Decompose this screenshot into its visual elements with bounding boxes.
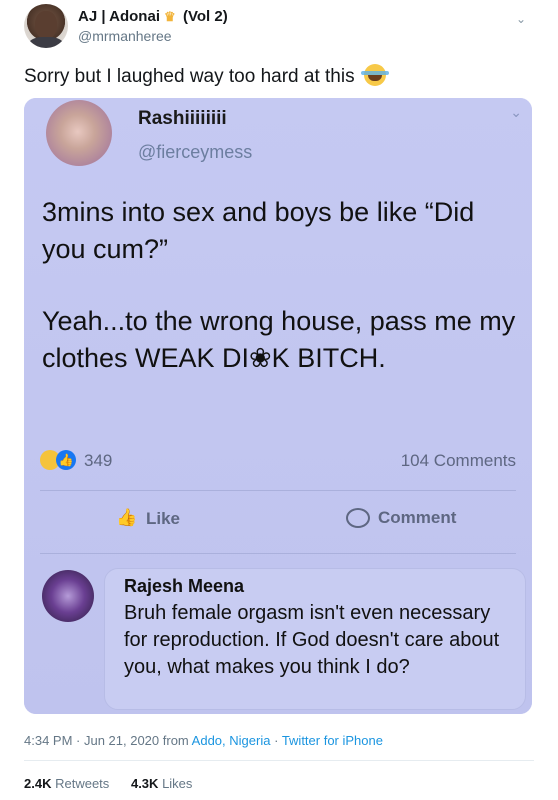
reaction-row: 👍 349 104 Comments [40,448,516,474]
author-display-name[interactable]: AJ | Adonai ♛ (Vol 2) [78,8,228,25]
author-name-text: AJ | Adonai [78,8,160,25]
speech-bubble-icon [346,508,370,528]
tweet-body: Sorry but I laughed way too hard at this [24,66,355,87]
likes-label: Likes [162,776,193,791]
tweet-stats: 2.4K Retweets 4.3K Likes [24,776,192,791]
author-name-suffix: (Vol 2) [182,8,228,25]
reaction-count: 349 [84,451,113,470]
comment-author: Rajesh Meena [124,576,245,596]
retweets-count: 2.4K [24,776,52,791]
meta-separator: · [274,733,279,748]
screenshot-avatar [46,100,112,166]
post-paragraph-1: 3mins into sex and boys be like “Did you… [42,197,475,264]
retweets-label: Retweets [55,776,110,791]
location-link[interactable]: Addo, Nigeria [192,733,271,748]
author-handle[interactable]: @mrmanheree [78,28,228,44]
commenter-avatar [42,570,94,622]
embedded-screenshot[interactable]: Rashiiiiiiii @fierceymess ⌄ 3mins into s… [24,98,532,714]
screenshot-handle: @fierceymess [138,142,253,162]
screenshot-post: 3mins into sex and boys be like “Did you… [42,194,522,412]
tweet-timestamp[interactable]: 4:34 PM · Jun 21, 2020 from [24,733,189,748]
post-paragraph-2: Yeah...to the wrong house, pass me my cl… [42,306,516,373]
author-names[interactable]: AJ | Adonai ♛ (Vol 2) @mrmanheree [78,8,228,44]
tweet-text: Sorry but I laughed way too hard at this [24,64,389,88]
laughing-emoji-icon [360,64,389,86]
divider [40,490,516,491]
comment-action: Comment [346,508,456,528]
comment-label: Comment [378,508,457,527]
chevron-down-icon[interactable]: ⌄ [516,12,528,26]
likes-count: 4.3K [130,776,159,791]
screenshot-name: Rashiiiiiiii [138,108,227,129]
comment-text: Bruh female orgasm isn't even necessary … [124,602,500,678]
like-action: 👍 Like [116,508,180,530]
divider [24,760,534,761]
retweets-stat[interactable]: 2.4K Retweets [24,776,109,791]
tweet-header: AJ | Adonai ♛ (Vol 2) @mrmanheree ⌄ [24,4,534,56]
thumbs-up-icon: 👍 [116,508,138,527]
author-avatar[interactable] [24,4,68,48]
like-reaction-icon: 👍 [56,450,76,470]
comments-count: 104 Comments [400,451,516,470]
tweet-metadata: 4:34 PM · Jun 21, 2020 from Addo, Nigeri… [24,733,383,748]
crown-icon: ♛ [163,8,176,24]
divider [40,553,516,554]
like-label: Like [146,509,181,528]
client-link[interactable]: Twitter for iPhone [282,733,383,748]
chevron-down-icon: ⌄ [510,104,522,120]
likes-stat[interactable]: 4.3K Likes [131,776,192,791]
